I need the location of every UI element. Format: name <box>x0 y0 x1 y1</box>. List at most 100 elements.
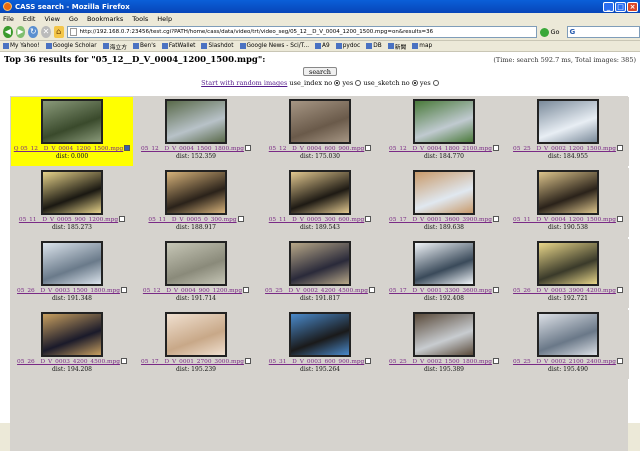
use-sketch-yes-radio[interactable] <box>432 80 439 86</box>
result-checkbox[interactable] <box>616 216 623 222</box>
result-thumbnail[interactable] <box>413 99 475 144</box>
result-thumbnail[interactable] <box>41 241 103 286</box>
result-checkbox[interactable] <box>616 358 623 364</box>
bookmark-item[interactable]: Slashdot <box>201 43 234 49</box>
result-thumbnail[interactable] <box>165 312 227 357</box>
bookmark-item[interactable]: 新聞 <box>387 42 406 51</box>
bookmark-item[interactable]: My Yahoo! <box>3 43 40 49</box>
result-filename-link[interactable]: 05_17__D_V_0001_2700_3000.mpg <box>141 359 244 365</box>
forward-arrow-icon[interactable]: ▶ <box>15 26 26 38</box>
result-filename-link[interactable]: 05_26__D_V_0003_3900_4200.mpg <box>513 288 616 294</box>
result-thumbnail[interactable] <box>537 99 599 144</box>
result-filename-link[interactable]: 05_17__D_V_0001_3600_3900.mpg <box>389 217 492 223</box>
result-checkbox[interactable] <box>237 216 244 222</box>
use-index-yes-radio[interactable] <box>355 80 362 86</box>
result-filename-link[interactable]: 05_26__D_V_0003_1500_1800.mpg <box>17 288 120 294</box>
bookmark-item[interactable]: Google News - Sci/T... <box>239 43 309 49</box>
result-filename-link[interactable]: 05_12__D_V_0004_1800_2100.mpg <box>389 146 492 152</box>
result-filename-link[interactable]: 05_25__D_V_0002_4200_4500.mpg <box>265 288 368 294</box>
result-thumbnail[interactable] <box>289 99 351 144</box>
result-filename-link[interactable]: 05_11__D_V_0005_300_600.mpg <box>269 217 365 223</box>
bookmark-item[interactable]: FatWallet <box>161 43 195 49</box>
bookmark-item[interactable]: 海立方 <box>102 42 127 51</box>
result-checkbox[interactable] <box>120 358 127 364</box>
result-checkbox[interactable] <box>616 287 623 293</box>
maximize-button[interactable]: □ <box>615 1 626 12</box>
bookmark-item[interactable]: A9 <box>315 43 330 49</box>
result-thumbnail[interactable] <box>413 241 475 286</box>
result-thumbnail[interactable] <box>413 312 475 357</box>
result-checkbox[interactable] <box>492 216 499 222</box>
reload-icon[interactable]: ↻ <box>28 26 39 38</box>
back-arrow-icon[interactable]: ◀ <box>3 26 13 38</box>
menu-bookmarks[interactable]: Bookmarks <box>87 15 123 23</box>
menu-edit[interactable]: Edit <box>23 15 36 23</box>
home-icon[interactable]: ⌂ <box>53 26 64 38</box>
search-button[interactable]: search <box>303 67 337 76</box>
result-checkbox[interactable] <box>243 287 250 293</box>
use-sketch-no-radio[interactable] <box>411 80 418 86</box>
result-filename-link[interactable]: 05_25__D_V_0002_1200_1500.mpg <box>513 146 616 152</box>
result-filename-row: 05_31__D_V_0003_600_900.mpg <box>259 357 381 365</box>
result-thumbnail[interactable] <box>41 99 103 144</box>
result-checkbox[interactable] <box>244 145 251 151</box>
result-filename-link[interactable]: 05_17__D_V_0001_3300_3600.mpg <box>389 288 492 294</box>
bookmark-item[interactable]: map <box>412 43 432 49</box>
bookmark-icon <box>387 43 394 49</box>
url-field[interactable]: http://192.168.0.7:23456/test.cgi?PATH/h… <box>66 26 537 38</box>
result-thumbnail[interactable] <box>165 241 227 286</box>
result-checkbox[interactable] <box>124 145 131 151</box>
result-checkbox[interactable] <box>616 145 623 151</box>
bookmark-item[interactable]: Ben's <box>133 43 156 49</box>
result-filename-link[interactable]: 05_12__D_V_0004_900_1200.mpg <box>143 288 242 294</box>
menu-file[interactable]: File <box>3 15 14 23</box>
result-checkbox[interactable] <box>120 287 127 293</box>
result-filename-link[interactable]: 05_11__D_V_0004_1200_1500.mpg <box>513 217 616 223</box>
go-button[interactable]: Go <box>539 27 560 37</box>
result-thumbnail[interactable] <box>537 312 599 357</box>
result-checkbox[interactable] <box>119 216 126 222</box>
menu-go[interactable]: Go <box>69 15 78 23</box>
menu-tools[interactable]: Tools <box>132 15 148 23</box>
use-index-no-radio[interactable] <box>334 80 341 86</box>
stop-icon[interactable]: ✕ <box>41 26 51 38</box>
result-filename-link[interactable]: 05_26__D_V_0003_4200_4500.mpg <box>17 359 120 365</box>
bookmark-item[interactable]: pydoc <box>335 43 360 49</box>
bookmark-item[interactable]: Google Scholar <box>45 43 97 49</box>
result-thumbnail[interactable] <box>537 241 599 286</box>
result-checkbox[interactable] <box>368 287 375 293</box>
menu-help[interactable]: Help <box>157 15 172 23</box>
result-thumbnail[interactable] <box>413 170 475 215</box>
result-thumbnail[interactable] <box>165 170 227 215</box>
result-thumbnail[interactable] <box>165 99 227 144</box>
result-filename-link[interactable]: 05_25__D_V_0002_1500_1800.mpg <box>389 359 492 365</box>
minimize-button[interactable]: _ <box>603 1 614 12</box>
result-thumbnail[interactable] <box>41 312 103 357</box>
bookmark-label: map <box>419 43 433 49</box>
result-thumbnail[interactable] <box>537 170 599 215</box>
result-checkbox[interactable] <box>365 216 372 222</box>
result-thumbnail[interactable] <box>289 241 351 286</box>
result-checkbox[interactable] <box>492 145 499 151</box>
result-checkbox[interactable] <box>365 358 372 364</box>
result-checkbox[interactable] <box>365 145 372 151</box>
result-filename-link[interactable]: 05_11__D_V_0005_900_1200.mpg <box>19 217 118 223</box>
result-filename-link[interactable]: 05_31__D_V_0003_600_900.mpg <box>269 359 365 365</box>
result-thumbnail[interactable] <box>289 170 351 215</box>
bookmark-item[interactable]: DB <box>366 43 382 49</box>
search-engine-field[interactable]: G <box>566 26 640 38</box>
menu-view[interactable]: View <box>44 15 59 23</box>
result-checkbox[interactable] <box>492 287 499 293</box>
result-thumbnail[interactable] <box>41 170 103 215</box>
result-distance: dist: 191.714 <box>176 295 216 302</box>
result-checkbox[interactable] <box>492 358 499 364</box>
result-filename-link[interactable]: 05_11__D_V_0005_0_300.mpg <box>148 217 236 223</box>
result-filename-link[interactable]: 05_12__D_V_0004_1500_1800.mpg <box>141 146 244 152</box>
random-images-link[interactable]: Start with random images <box>201 79 287 87</box>
result-filename-link[interactable]: 05_25__D_V_0002_2100_2400.mpg <box>513 359 616 365</box>
close-button[interactable]: × <box>627 1 638 12</box>
result-filename-link[interactable]: 05_12__D_V_0004_600_900.mpg <box>269 146 365 152</box>
result-checkbox[interactable] <box>244 358 251 364</box>
result-filename-link[interactable]: Q 05_12__D_V_0004_1200_1500.mpg <box>14 146 124 152</box>
result-thumbnail[interactable] <box>289 312 351 357</box>
